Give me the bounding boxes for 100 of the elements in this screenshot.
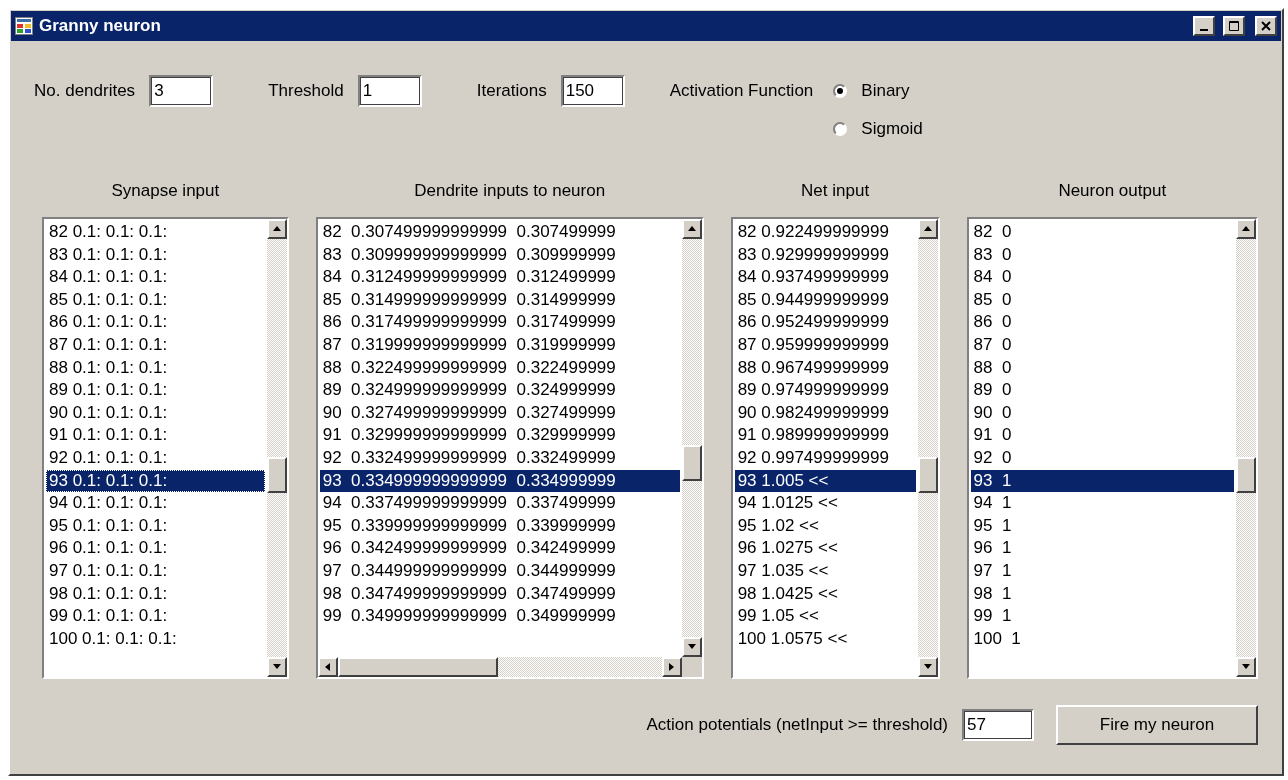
- horizontal-scrollbar[interactable]: [317, 657, 682, 677]
- list-item[interactable]: 84 0.1: 0.1: 0.1:: [46, 266, 265, 289]
- scroll-down-button[interactable]: [681, 637, 702, 657]
- radio-option[interactable]: Binary: [833, 75, 923, 107]
- fire-button[interactable]: Fire my neuron: [1056, 705, 1258, 745]
- list-item[interactable]: 93 0.1: 0.1: 0.1:: [46, 469, 265, 493]
- list-item[interactable]: 89 0.974999999999: [734, 379, 916, 402]
- list-item[interactable]: 94 0.1: 0.1: 0.1:: [46, 492, 265, 515]
- scroll-up-button[interactable]: [681, 219, 702, 239]
- list-item[interactable]: 91 0.989999999999: [734, 424, 916, 447]
- list-item[interactable]: 83 0.1: 0.1: 0.1:: [46, 243, 265, 267]
- list-item[interactable]: 99 0.1: 0.1: 0.1:: [46, 605, 265, 628]
- list-item[interactable]: 91 0.329999999999999 0.329999999: [319, 424, 680, 447]
- list-item[interactable]: 93 0.334999999999999 0.334999999: [319, 469, 680, 493]
- list-item[interactable]: 95 0.1: 0.1: 0.1:: [46, 514, 265, 538]
- list-item[interactable]: 94 1.0125 <<: [734, 492, 916, 515]
- list-item[interactable]: 99 1: [970, 605, 1234, 628]
- list-item[interactable]: 99 0.349999999999999 0.349999999: [319, 605, 680, 628]
- scroll-thumb[interactable]: [681, 445, 702, 482]
- scroll-thumb[interactable]: [1236, 456, 1256, 493]
- list-item[interactable]: 89 0.1: 0.1: 0.1:: [46, 379, 265, 402]
- list-item[interactable]: 90 0.982499999999: [734, 401, 916, 425]
- scroll-down-button[interactable]: [917, 657, 938, 677]
- scroll-up-button[interactable]: [1236, 219, 1256, 239]
- list-item[interactable]: 98 0.1: 0.1: 0.1:: [46, 582, 265, 606]
- scroll-right-button[interactable]: [661, 657, 682, 677]
- list-item[interactable]: 97 1.035 <<: [734, 559, 916, 583]
- vertical-scrollbar[interactable]: [1236, 219, 1256, 677]
- list-item[interactable]: 85 0.1: 0.1: 0.1:: [46, 288, 265, 312]
- list-item[interactable]: 82 0.307499999999999 0.307499999: [319, 221, 680, 244]
- scroll-thumb[interactable]: [266, 456, 287, 493]
- list-item[interactable]: 98 0.347499999999999 0.347499999: [319, 582, 680, 606]
- list-item[interactable]: 85 0: [970, 288, 1234, 312]
- list-item[interactable]: 92 0.1: 0.1: 0.1:: [46, 446, 265, 470]
- text-field[interactable]: 3: [149, 75, 214, 107]
- list-item[interactable]: 86 0: [970, 311, 1234, 334]
- list-item[interactable]: 92 0: [970, 446, 1234, 470]
- list-item[interactable]: 99 1.05 <<: [734, 605, 916, 628]
- list-item[interactable]: 88 0.1: 0.1: 0.1:: [46, 356, 265, 380]
- list-item[interactable]: 82 0.1: 0.1: 0.1:: [46, 221, 265, 244]
- list-item[interactable]: 87 0: [970, 333, 1234, 357]
- list-item[interactable]: 96 1: [970, 537, 1234, 560]
- list-item[interactable]: 87 0.959999999999: [734, 333, 916, 357]
- list-item[interactable]: 97 0.344999999999999 0.344999999: [319, 559, 680, 583]
- list-item[interactable]: 90 0.327499999999999 0.327499999: [319, 401, 680, 425]
- vertical-scrollbar[interactable]: [917, 219, 938, 677]
- list-item[interactable]: 88 0: [970, 356, 1234, 380]
- radio-option[interactable]: Sigmoid: [833, 113, 923, 145]
- list-item[interactable]: 88 0.322499999999999 0.322499999: [319, 356, 680, 380]
- list-item[interactable]: 100 0.1: 0.1: 0.1:: [46, 627, 265, 651]
- list-item[interactable]: 86 0.952499999999: [734, 311, 916, 334]
- list-item[interactable]: 84 0.312499999999999 0.312499999: [319, 266, 680, 289]
- list-item[interactable]: 98 1: [970, 582, 1234, 606]
- list-item[interactable]: 94 0.337499999999999 0.337499999: [319, 492, 680, 515]
- list-item[interactable]: 86 0.1: 0.1: 0.1:: [46, 311, 265, 334]
- list-item[interactable]: 92 0.332499999999999 0.332499999: [319, 446, 680, 470]
- list-box[interactable]: [315, 217, 704, 679]
- list-item[interactable]: 98 1.0425 <<: [734, 582, 916, 606]
- list-item[interactable]: 90 0.1: 0.1: 0.1:: [46, 401, 265, 425]
- list-item[interactable]: 87 0.319999999999999 0.319999999: [319, 333, 680, 357]
- list-item[interactable]: 94 1: [970, 492, 1234, 515]
- minimize-button[interactable]: [1193, 16, 1215, 36]
- list-item[interactable]: 82 0: [970, 221, 1234, 244]
- scroll-thumb[interactable]: [917, 456, 938, 493]
- list-item[interactable]: 86 0.317499999999999 0.317499999: [319, 311, 680, 334]
- list-item[interactable]: 97 0.1: 0.1: 0.1:: [46, 559, 265, 583]
- list-item[interactable]: 95 1.02 <<: [734, 514, 916, 538]
- list-item[interactable]: 91 0.1: 0.1: 0.1:: [46, 424, 265, 447]
- scroll-up-button[interactable]: [266, 219, 287, 239]
- list-item[interactable]: 89 0.324999999999999 0.324999999: [319, 379, 680, 402]
- list-item[interactable]: 95 0.339999999999999 0.339999999: [319, 514, 680, 538]
- vertical-scrollbar[interactable]: [266, 219, 287, 677]
- list-item[interactable]: 100 1: [970, 627, 1234, 651]
- text-field[interactable]: 57: [962, 709, 1034, 741]
- scroll-left-button[interactable]: [317, 657, 338, 677]
- list-item[interactable]: 96 0.342499999999999 0.342499999: [319, 537, 680, 560]
- scroll-up-button[interactable]: [917, 219, 938, 239]
- list-box[interactable]: 82 0 83 0 84 0 85 0 86 0 87 0 88 0 89 0 90 0 91 0 92 0 93 1 94 1 95 1 96 1 97 1 98 1 99 1 100 1: [966, 217, 1258, 679]
- list-item[interactable]: 84 0: [970, 266, 1234, 289]
- list-item[interactable]: 89 0: [970, 379, 1234, 402]
- list-box[interactable]: [42, 217, 289, 679]
- list-item[interactable]: 93 1: [970, 469, 1234, 493]
- list-item[interactable]: 100 1.0575 <<: [734, 627, 916, 651]
- list-item[interactable]: 97 1: [970, 559, 1234, 583]
- list-item[interactable]: 83 0: [970, 243, 1234, 267]
- close-button[interactable]: [1255, 16, 1277, 36]
- list-item[interactable]: 91 0: [970, 424, 1234, 447]
- scroll-down-button[interactable]: [266, 657, 287, 677]
- list-box[interactable]: [730, 217, 940, 679]
- maximize-button[interactable]: [1223, 16, 1245, 36]
- text-field[interactable]: 150: [560, 75, 625, 107]
- list-item[interactable]: 96 0.1: 0.1: 0.1:: [46, 537, 265, 560]
- list-item[interactable]: 83 0.309999999999999 0.309999999: [319, 243, 680, 267]
- list-item[interactable]: 95 1: [970, 514, 1234, 538]
- list-item[interactable]: 92 0.997499999999: [734, 446, 916, 470]
- list-item[interactable]: 84 0.937499999999: [734, 266, 916, 289]
- list-item[interactable]: 90 0: [970, 401, 1234, 425]
- scroll-down-button[interactable]: [1236, 657, 1256, 677]
- list-item[interactable]: 87 0.1: 0.1: 0.1:: [46, 333, 265, 357]
- list-item[interactable]: 85 0.314999999999999 0.314999999: [319, 288, 680, 312]
